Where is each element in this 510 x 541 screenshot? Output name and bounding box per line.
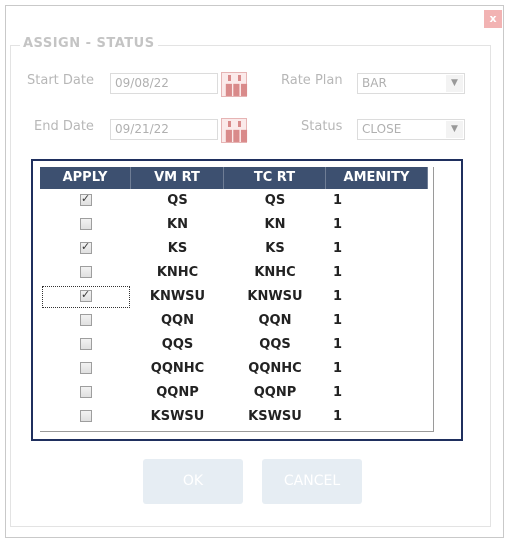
close-button[interactable]: x [484, 10, 502, 28]
room-type-grid: APPLY VM RT TC RT AMENITY QSQS1KNKN1KSKS… [31, 159, 463, 441]
column-header-amenity[interactable]: AMENITY [326, 167, 428, 189]
tc-rt-cell: KNWSU [247, 289, 303, 304]
amenity-cell: 1 [333, 385, 343, 400]
amenity-cell: 1 [333, 409, 343, 424]
chevron-down-icon[interactable]: ▼ [446, 121, 463, 138]
tc-rt-cell: KNHC [254, 265, 296, 280]
apply-checkbox[interactable] [80, 288, 92, 302]
amenity-cell: 1 [333, 289, 343, 304]
apply-checkbox[interactable] [80, 240, 92, 254]
apply-checkbox[interactable] [80, 386, 92, 398]
table-row[interactable]: KSWSU KSWSU 1 [40, 405, 433, 429]
tc-rt-cell: QQS [259, 337, 291, 352]
column-header-apply[interactable]: APPLY [40, 167, 131, 189]
vm-rt-cell: KNWSU [149, 289, 206, 304]
apply-checkbox[interactable] [80, 362, 92, 374]
status-value: CLOSE [362, 122, 402, 136]
vm-rt-cell: QS [167, 193, 188, 208]
table-row[interactable]: QQNP QQNP 1 [40, 381, 433, 405]
column-header-vm-rt[interactable]: VM RT [131, 167, 224, 189]
table-row[interactable]: QQN QQN 1 [40, 309, 433, 333]
apply-checkbox[interactable] [80, 338, 92, 350]
table-row[interactable]: KNWSU KNWSU 1 [40, 285, 433, 309]
vm-rt-cell: QQNHC [150, 361, 205, 376]
vm-rt-cell: KS [167, 241, 188, 256]
vm-rt-cell: KNHC [156, 265, 199, 280]
rate-plan-value: BAR [362, 76, 387, 90]
vm-rt-cell: QQN [161, 313, 194, 328]
table-row[interactable]: KNHC KNHC 1 [40, 261, 433, 285]
table-row[interactable]: QS QS 1 [40, 189, 433, 213]
table-row[interactable]: QQS QQS 1 [40, 333, 433, 357]
vm-rt-cell: KSWSU [150, 409, 205, 424]
ok-button[interactable]: OK [143, 459, 243, 504]
tc-rt-cell: KSWSU [248, 409, 302, 424]
tc-rt-cell: KN [264, 217, 286, 232]
amenity-cell: 1 [333, 265, 343, 280]
calendar-icon[interactable]: ■■■ ■■■ [221, 118, 248, 143]
amenity-cell: 1 [333, 193, 343, 208]
tc-rt-cell: QQNHC [248, 361, 302, 376]
amenity-cell: 1 [333, 217, 343, 232]
vm-rt-cell: QQS [161, 337, 194, 352]
tc-rt-cell: QS [264, 193, 286, 208]
vm-rt-cell: KN [167, 217, 188, 232]
status-select[interactable]: CLOSE ▼ [357, 119, 465, 140]
amenity-cell: 1 [333, 241, 343, 256]
start-date-input[interactable]: 09/08/22 [110, 73, 218, 94]
apply-checkbox[interactable] [80, 192, 92, 206]
status-label: Status [301, 119, 343, 134]
vm-rt-cell: QQNP [156, 385, 199, 400]
apply-checkbox[interactable] [80, 218, 92, 230]
rate-plan-label: Rate Plan [281, 73, 343, 88]
apply-checkbox[interactable] [80, 314, 92, 326]
tc-rt-cell: QQN [258, 313, 292, 328]
column-header-tc-rt[interactable]: TC RT [224, 167, 326, 189]
apply-checkbox[interactable] [80, 266, 92, 278]
group-title: ASSIGN - STATUS [20, 36, 158, 51]
end-date-label: End Date [34, 119, 94, 134]
vertical-scrollbar[interactable] [435, 167, 455, 431]
tc-rt-cell: QQNP [253, 385, 297, 400]
amenity-cell: 1 [333, 337, 343, 352]
end-date-input[interactable]: 09/21/22 [110, 119, 218, 140]
amenity-cell: 1 [333, 361, 343, 376]
apply-checkbox[interactable] [80, 410, 92, 422]
table-row[interactable]: QQNHC QQNHC 1 [40, 357, 433, 381]
amenity-cell: 1 [333, 313, 343, 328]
cancel-button[interactable]: CANCEL [262, 459, 362, 504]
tc-rt-cell: KS [265, 241, 285, 256]
start-date-label: Start Date [27, 73, 94, 88]
table-row[interactable]: KS KS 1 [40, 237, 433, 261]
table-row[interactable]: KN KN 1 [40, 213, 433, 237]
rate-plan-select[interactable]: BAR ▼ [357, 73, 465, 94]
grid-body: APPLY VM RT TC RT AMENITY QSQS1KNKN1KSKS… [40, 167, 434, 432]
chevron-down-icon[interactable]: ▼ [446, 75, 463, 92]
calendar-icon[interactable]: ■■■ ■■■ [221, 72, 248, 97]
